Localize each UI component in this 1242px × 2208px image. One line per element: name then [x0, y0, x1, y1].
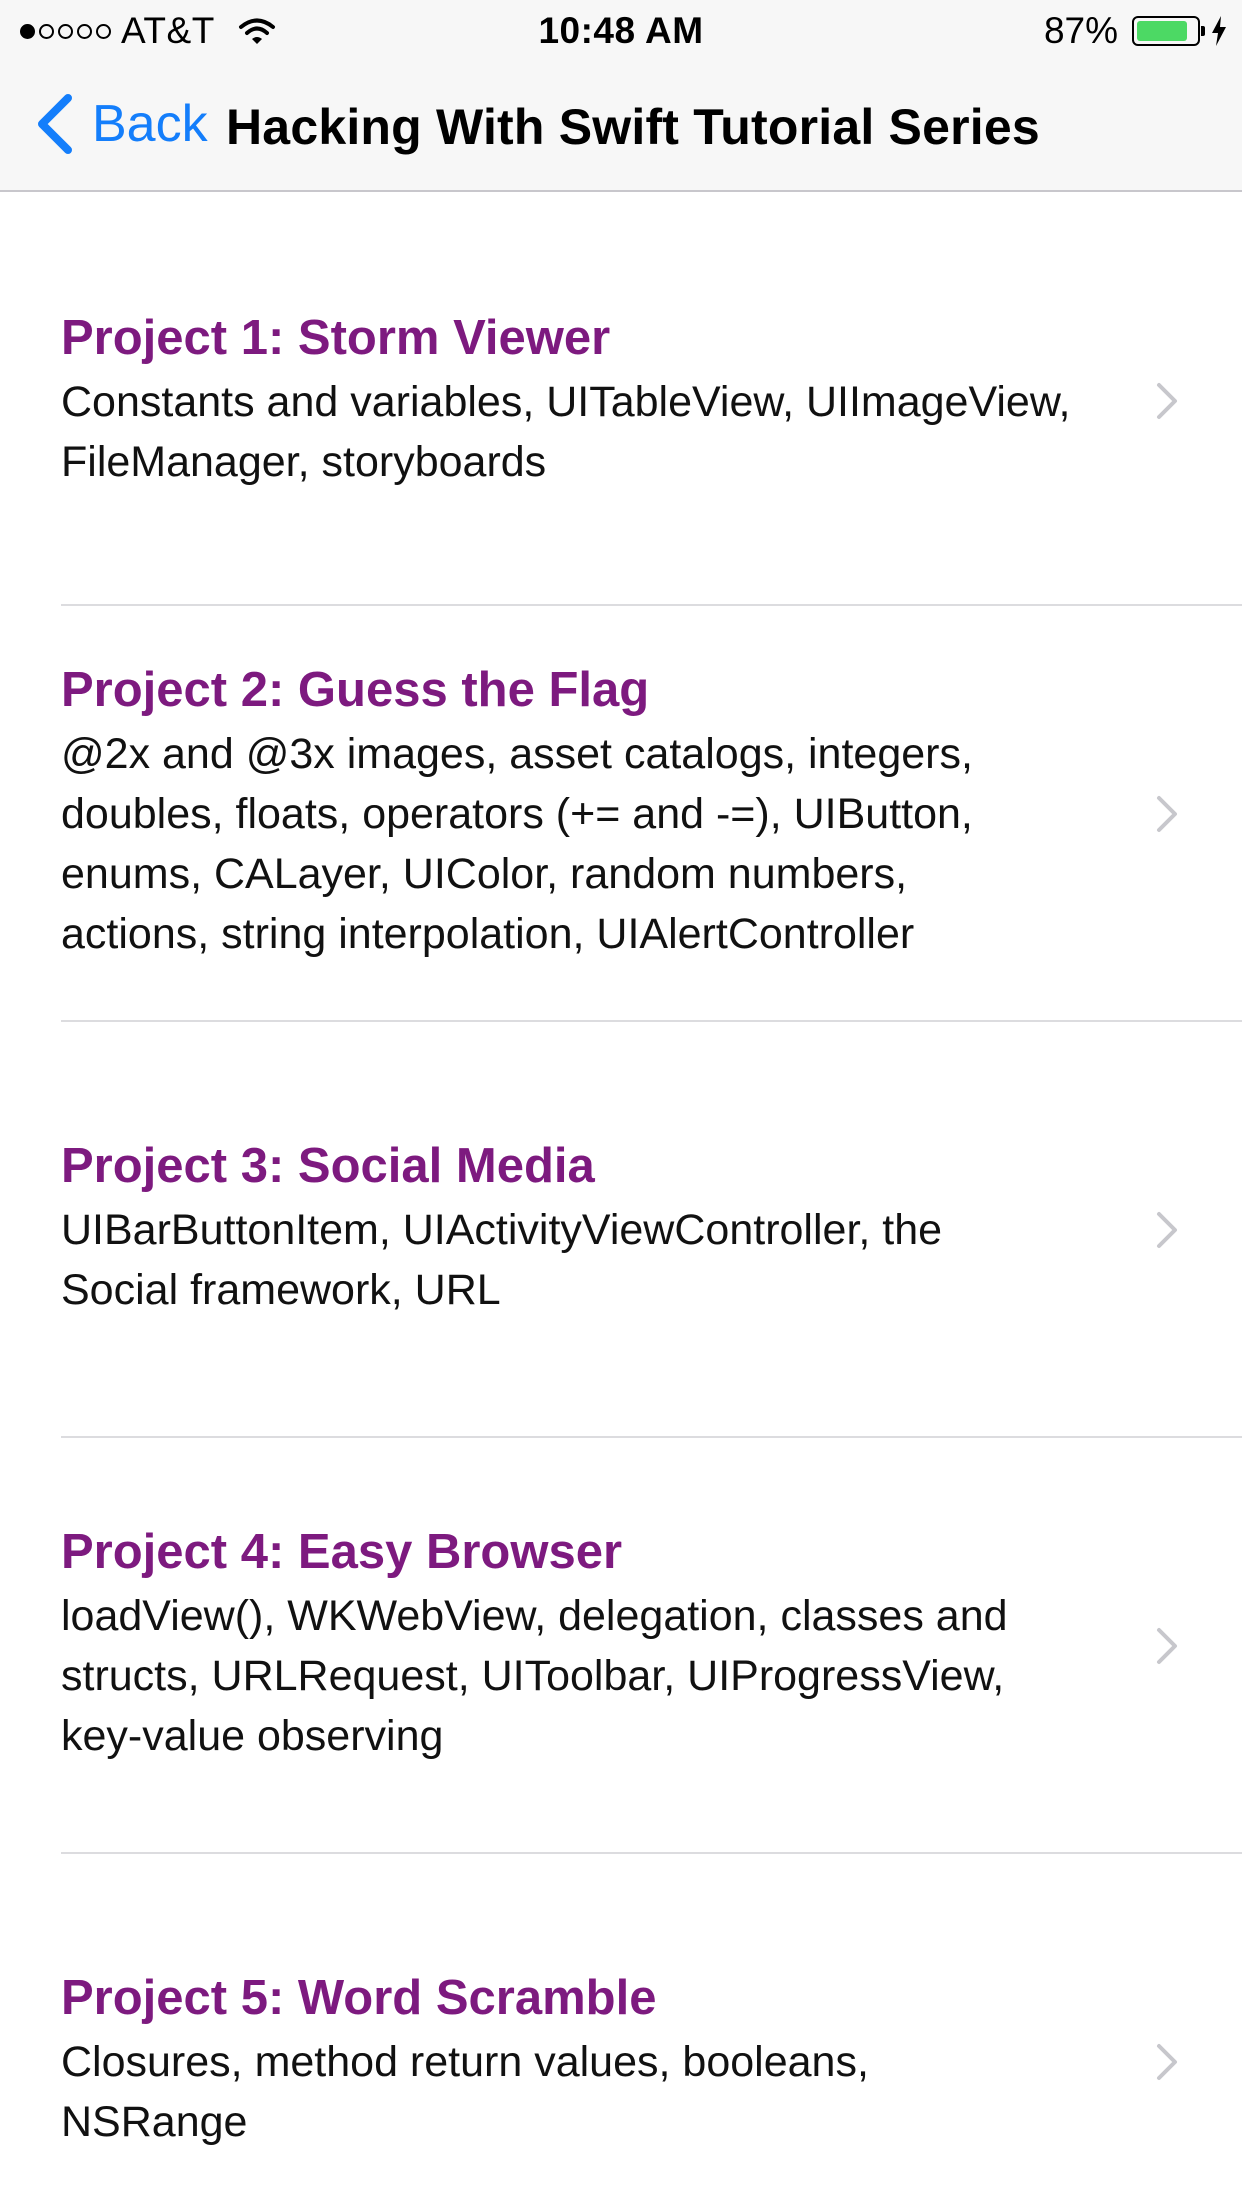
status-right: 87% [1044, 10, 1228, 52]
chevron-right-icon [1157, 383, 1177, 419]
header: AT&T 10:48 AM 87% Back Hacking With Swif… [0, 0, 1242, 192]
battery-percent: 87% [1043, 10, 1118, 51]
back-button-label: Back [92, 95, 208, 153]
chevron-right-icon [1157, 796, 1177, 832]
project-title: Project 4: Easy Browser [61, 1525, 623, 1579]
project-title: Project 5: Word Scramble [61, 1971, 657, 2025]
project-title: Project 3: Social Media [61, 1139, 595, 1193]
back-button[interactable]: Back [34, 94, 208, 154]
charging-bolt-icon [1212, 16, 1226, 46]
battery-icon [1132, 16, 1205, 46]
list-item[interactable]: Project 5: Word Scramble Closures, metho… [0, 1854, 1242, 2208]
chevron-right-icon [1157, 1628, 1177, 1664]
chevron-right-icon [1157, 1212, 1177, 1248]
list-item[interactable]: Project 1: Storm Viewer Constants and va… [0, 192, 1242, 606]
battery-level-fill [1137, 21, 1188, 41]
project-subtitle: Constants and variables, UITableView, UI… [61, 378, 1071, 486]
project-subtitle: @2x and @3x images, asset catalogs, inte… [61, 730, 973, 958]
navigation-bar: Back Hacking With Swift Tutorial Series [0, 60, 1242, 190]
project-subtitle: loadView(), WKWebView, delegation, class… [61, 1592, 1008, 1760]
chevron-left-icon [38, 94, 72, 154]
chevron-right-icon [1157, 2044, 1177, 2080]
list-item[interactable]: Project 4: Easy Browser loadView(), WKWe… [0, 1438, 1242, 1854]
page-title: Hacking With Swift Tutorial Series [226, 99, 1040, 155]
project-subtitle: UIBarButtonItem, UIActivityViewControlle… [61, 1206, 943, 1314]
status-bar: AT&T 10:48 AM 87% [0, 0, 1242, 60]
project-title: Project 2: Guess the Flag [61, 663, 650, 717]
screen: AT&T 10:48 AM 87% Back Hacking With Swif… [0, 0, 1242, 2208]
list-item[interactable]: Project 2: Guess the Flag @2x and @3x im… [0, 606, 1242, 1022]
project-title: Project 1: Storm Viewer [61, 311, 611, 365]
list-item[interactable]: Project 3: Social Media UIBarButtonItem,… [0, 1022, 1242, 1438]
project-subtitle: Closures, method return values, booleans… [61, 2038, 869, 2146]
